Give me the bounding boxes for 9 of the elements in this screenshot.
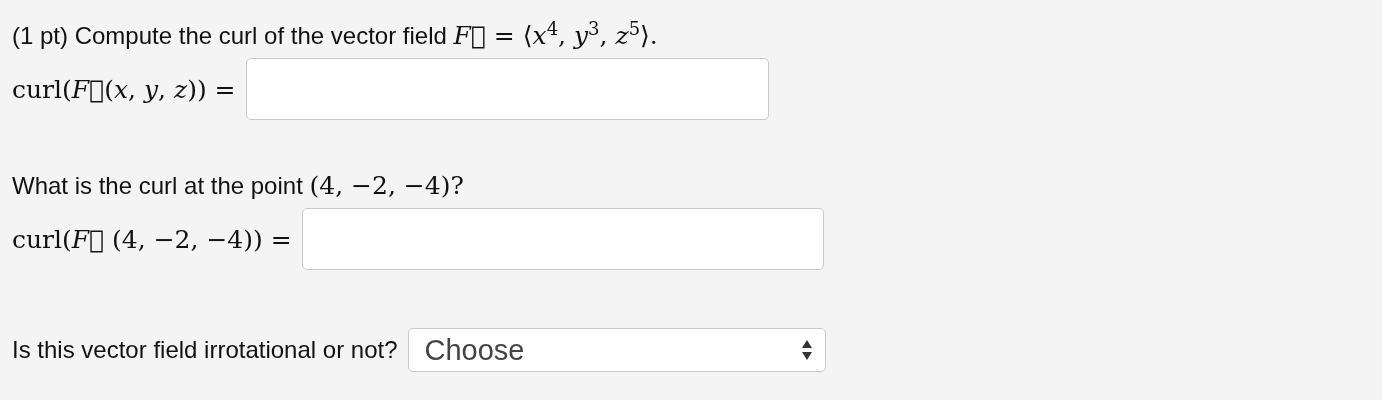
up-down-arrows-icon — [800, 339, 813, 361]
question-text: Is this vector field irrotational or not? — [12, 336, 398, 364]
answer-field[interactable] — [301, 208, 824, 270]
curl-label: curl(F⃗ (4, −2, −4)) = — [12, 224, 292, 254]
answer-field[interactable] — [245, 58, 769, 120]
curl-label: curl(F⃗(x, y, z)) = — [12, 74, 236, 104]
question-text: What is the curl at the point (4, −2, −4)? — [12, 170, 464, 202]
choice-dropdown[interactable]: Choose — [407, 328, 826, 372]
problem-statement: (1 pt) Compute the curl of the vector field F⃗ = ⟨x$^{4}$, y$^{3}$, z$^{5}$⟩. — [12, 18, 658, 52]
